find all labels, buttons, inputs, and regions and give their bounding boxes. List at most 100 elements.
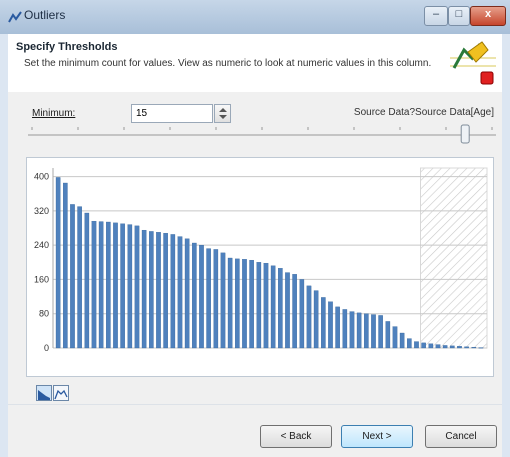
bar [120,223,125,349]
bar [342,309,348,349]
line-chart-icon [54,389,68,400]
close-button[interactable]: x [470,6,506,26]
bar [156,232,161,349]
y-tick-label: 80 [39,309,49,319]
bar [206,248,211,349]
bar [77,206,82,349]
page-description: Set the minimum count for values. View a… [24,58,432,69]
bar [278,268,283,349]
page-title: Specify Thresholds [16,41,118,53]
close-icon: x [484,8,492,20]
bar [292,274,297,349]
bar [328,301,333,349]
bar [414,341,419,349]
bar [457,346,462,349]
back-button[interactable]: < Back [260,425,332,448]
bar [170,234,176,349]
threshold-slider[interactable] [28,124,496,144]
line-chart-view-button[interactable] [53,385,69,401]
bar [149,231,154,349]
bar-chart-icon [38,390,50,400]
bar [84,212,90,349]
bar [91,220,97,349]
bar [70,204,75,349]
slider-thumb[interactable] [460,124,470,144]
bar [313,290,319,349]
bar [106,221,111,349]
y-tick-label: 400 [34,172,49,182]
minimize-icon: – [432,8,440,20]
bar [471,346,477,349]
y-tick-label: 160 [34,274,49,284]
bar [442,345,448,349]
bar [306,285,312,349]
bar [378,315,383,349]
source-column-label: Source Data?Source Data[Age] [353,107,494,118]
minimum-spinner[interactable] [214,104,231,123]
bar [464,346,469,349]
next-button[interactable]: Next > [341,425,413,448]
bar [184,238,190,349]
bar-chart-view-button[interactable] [36,385,52,401]
outliers-dialog: Outliers – □ x Specify Thresholds Set th… [0,0,510,457]
bar [364,313,369,349]
wizard-header: Specify Thresholds Set the minimum count… [8,34,502,93]
bar [285,272,290,349]
bar [392,326,398,349]
bar [192,242,197,349]
bar [63,182,68,349]
maximize-icon: □ [455,8,463,20]
slider-ticks [31,127,493,130]
hatched-excluded-region [420,167,488,349]
bar [299,279,305,349]
bar [321,297,326,349]
bar [113,222,118,349]
y-tick-label: 0 [44,343,49,353]
bar [407,338,412,349]
bar [242,259,247,349]
bar [385,321,391,349]
bar [98,221,104,349]
bar [450,345,455,349]
bar [270,265,276,349]
wizard-graphic-icon [448,38,498,88]
wizard-content: Minimum: 15 Source Data?Source Data[Age]… [8,92,502,457]
y-tick-label: 320 [34,206,49,216]
bar [220,252,226,349]
bar [263,262,269,349]
maximize-button[interactable]: □ [448,6,470,26]
bar [213,249,219,349]
minimum-value: 15 [136,108,148,119]
minimize-button[interactable]: – [424,6,448,26]
bar [256,262,262,349]
outliers-app-icon [8,11,22,23]
bar [141,229,147,349]
bar [127,224,133,349]
bar [55,177,61,349]
bar [227,257,233,349]
bar [428,343,434,349]
minimum-label: Minimum: [32,108,76,119]
chart-bars [55,177,484,349]
cancel-button[interactable]: Cancel [425,425,497,448]
bar [399,332,405,349]
title-bar[interactable]: Outliers – □ x [0,0,510,34]
button-row-divider [8,404,502,405]
y-tick-label: 240 [34,240,49,250]
bar [421,342,426,349]
histogram-chart: 0 80 160 240 320 400 [26,157,494,377]
bar [371,314,376,349]
y-axis-ticks: 0 80 160 240 320 400 [34,172,49,353]
spin-up-icon[interactable] [219,108,227,112]
bar [435,344,441,349]
bar [349,311,355,349]
minimum-input[interactable]: 15 [131,104,213,123]
bar [235,258,240,349]
bar [478,347,484,349]
bar [199,244,204,349]
bar [335,306,340,349]
bar [163,232,168,349]
bar [356,312,362,349]
bar [134,225,140,349]
spin-down-icon[interactable] [219,115,227,119]
